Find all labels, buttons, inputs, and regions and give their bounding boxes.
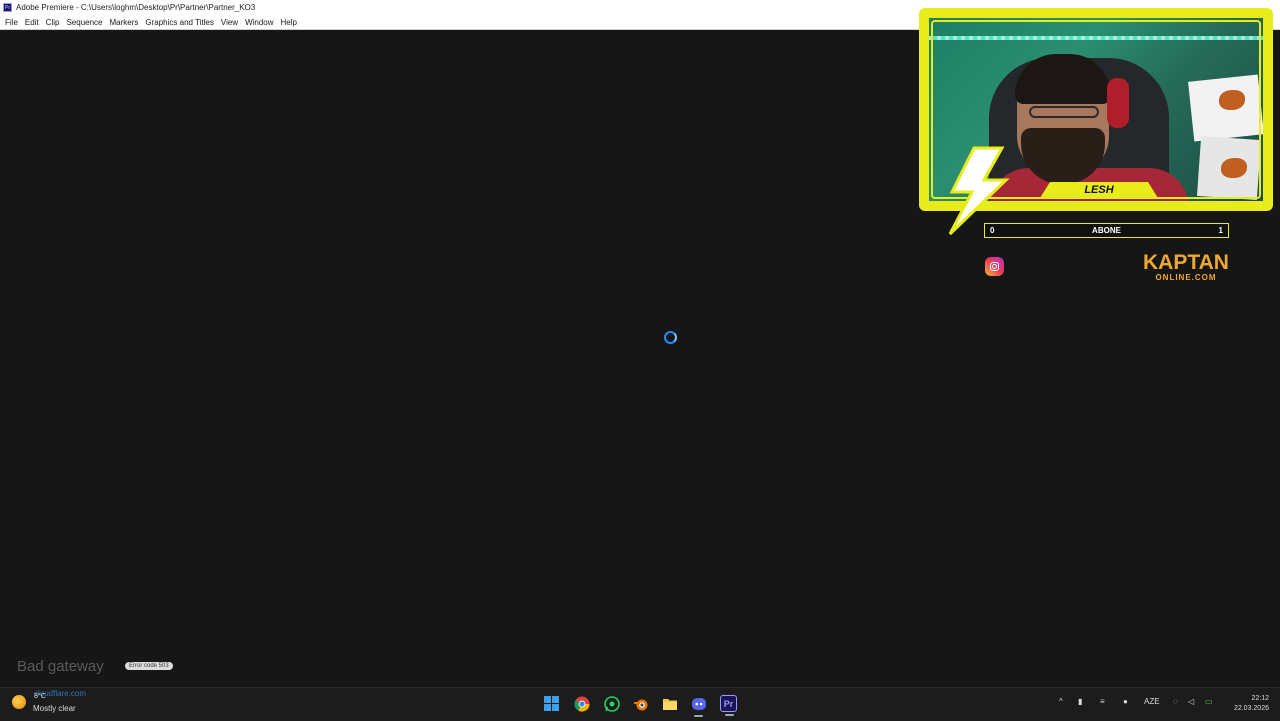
streamer-name-plate: LESH (1040, 182, 1158, 198)
premiere-icon[interactable]: Pr (720, 695, 737, 716)
clock-time: 22:12 (1251, 695, 1269, 702)
sub-goal: 1 (1218, 226, 1223, 235)
volume-icon[interactable]: ◁ (1188, 697, 1194, 706)
brand-bottom: ONLINE.COM (1155, 273, 1217, 282)
menu-help[interactable]: Help (281, 18, 297, 27)
microphone-icon[interactable]: ● (1123, 697, 1128, 706)
bad-gateway-text: Bad gateway (17, 658, 104, 675)
weather-desc: Mostly clear (33, 704, 76, 713)
menu-graphics-and-titles[interactable]: Graphics and Titles (145, 18, 213, 27)
menu-view[interactable]: View (221, 18, 238, 27)
tray-app-icon[interactable]: ▮ (1078, 697, 1082, 706)
brand-logo: KAPTAN ONLINE.COM (1143, 251, 1229, 282)
menu-window[interactable]: Window (245, 18, 273, 27)
system-clock[interactable]: 22:12 22.03.2026 (1229, 694, 1269, 714)
chrome-icon[interactable] (573, 695, 590, 712)
language-indicator[interactable]: AZE (1144, 697, 1160, 706)
menu-markers[interactable]: Markers (110, 18, 139, 27)
error-code-badge: Error code 503 (125, 662, 173, 670)
wifi-icon[interactable]: ◌ (1173, 697, 1178, 706)
menu-edit[interactable]: Edit (25, 18, 39, 27)
menu-file[interactable]: File (5, 18, 18, 27)
menu-sequence[interactable]: Sequence (66, 18, 102, 27)
subscriber-goal-bar: 0 ABONE 1 (984, 223, 1229, 238)
whatsapp-icon[interactable] (603, 695, 620, 712)
loading-spinner-icon (664, 331, 677, 344)
discord-icon[interactable] (690, 695, 707, 717)
sub-label: ABONE (1092, 226, 1121, 235)
tray-overflow-chevron-icon[interactable]: ^ (1059, 697, 1063, 706)
start-icon[interactable] (543, 695, 560, 712)
menu-clip[interactable]: Clip (46, 18, 60, 27)
battery-icon[interactable]: ▭ (1205, 697, 1213, 706)
tray-settings-icon[interactable]: ≡ (1100, 697, 1105, 706)
clock-date: 22.03.2026 (1233, 705, 1269, 712)
instagram-icon (985, 257, 1004, 276)
premiere-app-icon: Pr (3, 3, 12, 12)
file-explorer-icon[interactable] (661, 695, 678, 712)
streamer-name: LESH (1084, 184, 1114, 196)
brand-top: KAPTAN (1143, 251, 1229, 274)
blender-icon[interactable] (632, 695, 649, 712)
weather-icon[interactable] (12, 695, 26, 709)
weather-temp: 8°C (34, 693, 46, 700)
sub-current: 0 (990, 226, 995, 235)
window-title: Adobe Premiere - C:\Users\loghm\Desktop\… (16, 3, 256, 12)
